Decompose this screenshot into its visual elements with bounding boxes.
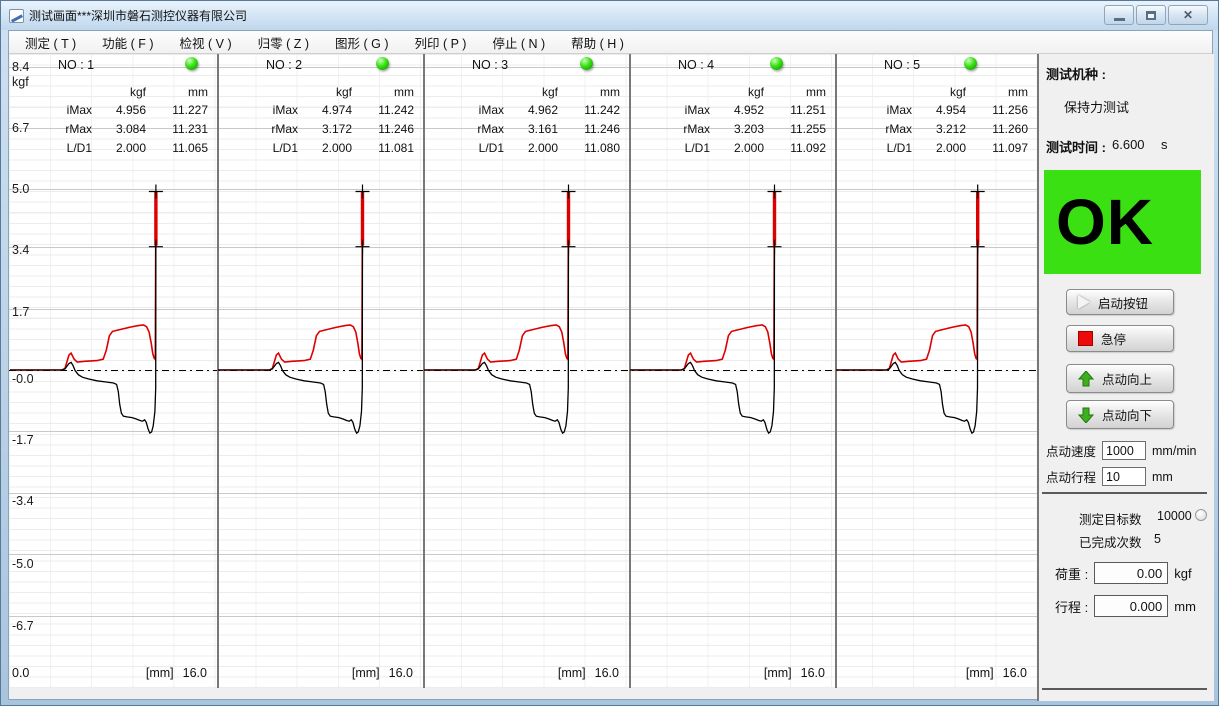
jog-down-button[interactable]: 点动向下 [1066,400,1174,429]
load-readout-row: 荷重 : 0.00 kgf [1055,562,1192,584]
jog-stroke-row: 点动行程 mm [1046,467,1173,486]
menu-help[interactable]: 帮助 ( H ) [558,30,637,55]
completed-count-label: 已完成次数 [1079,536,1142,550]
close-button[interactable]: ✕ [1168,5,1208,25]
load-unit: kgf [1174,565,1192,581]
target-indicator [1195,509,1207,521]
result-status: OK [1044,170,1201,274]
bottom-divider [1042,688,1207,690]
jog-stroke-unit: mm [1152,469,1173,484]
stroke-label: 行程 : [1055,599,1089,615]
control-side-panel: 测试机种 : 保持力测试 测试时间 : 6.600 s OK 启动按钮 急停 点… [1037,54,1214,701]
menu-function[interactable]: 功能 ( F ) [89,30,166,55]
test-time-label: 测试时间 : [1046,140,1106,155]
chart-panel-4: NO : 4 kgf mm iMax 4.952 11.251 rMax 3.203 11… [630,54,835,688]
menu-print[interactable]: 列印 ( P ) [402,30,480,55]
test-time-value: 6.600 [1112,137,1145,152]
jog-speed-label: 点动速度 [1046,445,1097,459]
x-axis-max-label: [mm] 16.0 [763,666,825,680]
menu-bar: 测定 ( T ) 功能 ( F ) 检视 ( V ) 归零 ( Z ) 图形 (… [9,31,1212,54]
menu-stop[interactable]: 停止 ( N ) [479,30,558,55]
chart-panel-3: NO : 3 kgf mm iMax 4.962 11.242 rMax 3.161 11… [424,54,629,688]
app-icon [9,8,24,23]
chart-region: 8.4 kgf 6.7 5.0 3.4 1.7 -0.0 -1.7 -3.4 -… [9,54,1037,688]
jog-speed-row: 点动速度 mm/min [1046,441,1196,460]
maximize-icon [1146,10,1156,20]
section-divider [1042,492,1207,494]
stop-icon [1078,331,1093,346]
load-label: 荷重 : [1055,566,1089,582]
menu-measure[interactable]: 测定 ( T ) [12,30,89,55]
play-icon [1078,295,1090,309]
waveform-plot [10,184,163,435]
arrow-up-icon [1078,370,1094,386]
minimize-icon [1113,17,1125,21]
emergency-stop-button[interactable]: 急停 [1066,325,1174,352]
menu-graph[interactable]: 图形 ( G ) [322,30,401,55]
waveform-plot [630,184,782,435]
jog-stroke-input[interactable] [1102,467,1147,486]
stroke-unit: mm [1174,598,1196,614]
load-value-display: 0.00 [1094,562,1169,584]
client-area: 测定 ( T ) 功能 ( F ) 检视 ( V ) 归零 ( Z ) 图形 (… [8,30,1214,701]
waveform-plot [218,184,370,435]
menu-view[interactable]: 检视 ( V ) [167,30,245,55]
jog-stroke-label: 点动行程 [1046,471,1097,485]
window-controls: ✕ [1104,5,1208,25]
window-titlebar[interactable]: 测试画面***深圳市磐石测控仪器有限公司 ✕ [1,1,1218,30]
jog-speed-unit: mm/min [1152,443,1197,458]
jog-up-label: 点动向上 [1102,373,1153,387]
start-button-label: 启动按钮 [1098,296,1149,311]
waveform-plot [836,184,985,435]
chart-panel-1: NO : 1 kgf mm iMax 4.956 11.227 rMax 3.084 11… [10,54,217,688]
close-icon: ✕ [1182,8,1194,22]
target-count-label: 测定目标数 [1079,513,1142,527]
test-time-unit: s [1161,137,1168,152]
stroke-readout-row: 行程 : 0.000 mm [1055,595,1196,617]
jog-down-label: 点动向下 [1102,409,1153,423]
machine-type-value: 保持力测试 [1064,100,1130,115]
window-title: 测试画面***深圳市磐石测控仪器有限公司 [29,9,248,23]
x-axis-max-label: [mm] 16.0 [145,666,207,680]
minimize-button[interactable] [1104,5,1134,25]
estop-button-label: 急停 [1101,333,1127,347]
target-count-value: 10000 [1157,509,1192,523]
chart-panel-2: NO : 2 kgf mm iMax 4.974 11.242 rMax 3.172 11… [218,54,423,688]
start-button[interactable]: 启动按钮 [1066,289,1174,315]
menu-zero[interactable]: 归零 ( Z ) [245,30,322,55]
machine-type-label: 测试机种 : [1046,67,1106,82]
maximize-button[interactable] [1136,5,1166,25]
chart-panel-5: NO : 5 kgf mm iMax 4.954 11.256 rMax 3.212 11… [836,54,1037,688]
x-axis-max-label: [mm] 16.0 [965,666,1027,680]
waveform-plot [424,184,576,435]
stroke-value-display: 0.000 [1094,595,1169,617]
completed-count-value: 5 [1154,532,1161,546]
jog-speed-input[interactable] [1102,441,1147,460]
x-axis-max-label: [mm] 16.0 [351,666,413,680]
x-axis-max-label: [mm] 16.0 [557,666,619,680]
jog-up-button[interactable]: 点动向上 [1066,364,1174,393]
app-window: 测试画面***深圳市磐石测控仪器有限公司 ✕ 测定 ( T ) 功能 ( F )… [0,0,1219,706]
arrow-down-icon [1078,407,1094,423]
